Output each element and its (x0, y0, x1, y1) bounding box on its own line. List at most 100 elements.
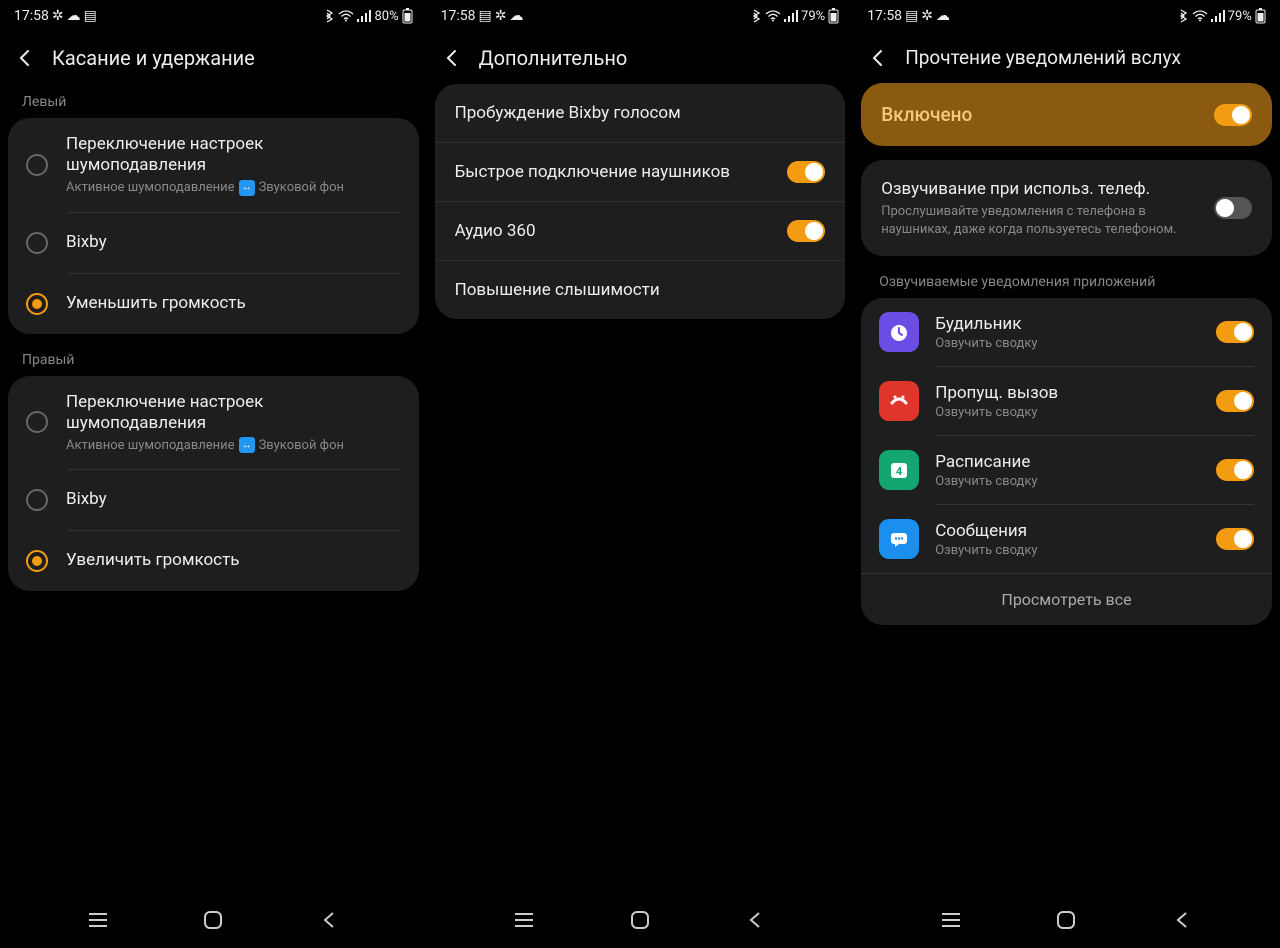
view-all-button[interactable]: Просмотреть все (861, 574, 1272, 625)
image-icon: ▤ (84, 8, 97, 24)
status-battery: 79% (801, 9, 825, 24)
row-bixby-wake[interactable]: Пробуждение Bixby голосом (435, 84, 846, 142)
header: Касание и удержание (0, 28, 427, 84)
row-speak-while-using[interactable]: Озвучивание при использ. телеф. Прослуши… (861, 160, 1272, 256)
screen-advanced: 17:58 ▤ ✲ ☁ 79% Дополнительно Пробуждени… (427, 0, 854, 948)
snowflake-icon: ✲ (921, 8, 933, 24)
page-title: Прочтение уведомлений вслух (905, 46, 1181, 69)
status-battery: 80% (374, 9, 398, 24)
header: Прочтение уведомлений вслух (853, 28, 1280, 83)
radio-group-left: Переключение настроек шумоподавления Акт… (8, 118, 419, 334)
snowflake-icon: ✲ (495, 8, 507, 24)
alarm-icon (879, 312, 919, 352)
status-bar: 17:58 ▤ ✲ ☁ 79% (853, 0, 1280, 28)
back-button[interactable] (14, 47, 36, 69)
radio-option-voldown-left[interactable]: Уменьшить громкость (8, 274, 419, 334)
radio-icon (26, 232, 48, 254)
wifi-icon (1192, 10, 1208, 22)
apps-list: Будильник Озвучить сводку Пропущ. вызов … (861, 298, 1272, 625)
nav-back[interactable] (315, 906, 343, 934)
nav-bar (853, 900, 1280, 948)
wifi-icon (765, 10, 781, 22)
section-right-label: Правый (8, 342, 419, 376)
toggle-audio-360[interactable] (787, 220, 825, 242)
missed-call-icon (879, 381, 919, 421)
radio-option-anc-left[interactable]: Переключение настроек шумоподавления Акт… (8, 118, 419, 212)
status-time: 17:58 (14, 8, 49, 24)
radio-icon (26, 154, 48, 176)
nav-recents[interactable] (84, 906, 112, 934)
app-row-messages[interactable]: Сообщения Озвучить сводку (861, 505, 1272, 573)
screen-read-notifications: 17:58 ▤ ✲ ☁ 79% Прочтение уведомлений вс… (853, 0, 1280, 948)
master-toggle[interactable] (1214, 104, 1252, 126)
radio-option-anc-right[interactable]: Переключение настроек шумоподавления Акт… (8, 376, 419, 470)
nav-home[interactable] (1052, 906, 1080, 934)
signal-icon (357, 10, 371, 22)
svg-text:4: 4 (896, 465, 903, 478)
image-icon: ▤ (478, 8, 491, 24)
signal-icon (1211, 10, 1225, 22)
row-hearing[interactable]: Повышение слышимости (435, 260, 846, 319)
image-icon: ▤ (905, 8, 918, 24)
bluetooth-icon (751, 9, 762, 23)
page-title: Дополнительно (479, 46, 628, 70)
radio-icon (26, 411, 48, 433)
status-time: 17:58 (867, 8, 902, 24)
cloud-icon: ☁ (509, 8, 523, 24)
speak-while-using-card: Озвучивание при использ. телеф. Прослуши… (861, 160, 1272, 256)
calendar-icon: 4 (879, 450, 919, 490)
radio-option-volup-right[interactable]: Увеличить громкость (8, 531, 419, 591)
app-row-missed-call[interactable]: Пропущ. вызов Озвучить сводку (861, 367, 1272, 435)
battery-icon (402, 8, 413, 24)
status-battery: 79% (1228, 9, 1252, 24)
battery-icon (1255, 8, 1266, 24)
swap-icon: ↔ (239, 180, 255, 196)
master-toggle-row[interactable]: Включено (861, 83, 1272, 146)
bluetooth-icon (1178, 9, 1189, 23)
nav-back[interactable] (1168, 906, 1196, 934)
apps-section-label: Озвучиваемые уведомления приложений (861, 264, 1272, 298)
battery-icon (828, 8, 839, 24)
radio-icon (26, 489, 48, 511)
nav-home[interactable] (199, 906, 227, 934)
status-bar: 17:58 ▤ ✲ ☁ 79% (427, 0, 854, 28)
toggle-app-missed-call[interactable] (1216, 390, 1254, 412)
section-left-label: Левый (8, 84, 419, 118)
cloud-icon: ☁ (67, 8, 81, 24)
app-row-alarm[interactable]: Будильник Озвучить сводку (861, 298, 1272, 366)
radio-icon (26, 550, 48, 572)
back-button[interactable] (867, 47, 889, 69)
wifi-icon (338, 10, 354, 22)
nav-bar (427, 900, 854, 948)
row-audio-360[interactable]: Аудио 360 (435, 201, 846, 260)
back-button[interactable] (441, 47, 463, 69)
toggle-speak-while-using[interactable] (1214, 197, 1252, 219)
status-time: 17:58 (441, 8, 476, 24)
nav-bar (0, 900, 427, 948)
advanced-list: Пробуждение Bixby голосом Быстрое подклю… (435, 84, 846, 319)
radio-option-bixby-right[interactable]: Bixby (8, 470, 419, 530)
cloud-icon: ☁ (936, 8, 950, 24)
toggle-app-alarm[interactable] (1216, 321, 1254, 343)
radio-icon (26, 293, 48, 315)
screen-touch-hold: 17:58 ✲ ☁ ▤ 80% Касание и удержание Левы… (0, 0, 427, 948)
radio-group-right: Переключение настроек шумоподавления Акт… (8, 376, 419, 592)
nav-recents[interactable] (510, 906, 538, 934)
radio-option-bixby-left[interactable]: Bixby (8, 213, 419, 273)
toggle-app-calendar[interactable] (1216, 459, 1254, 481)
bluetooth-icon (324, 9, 335, 23)
header: Дополнительно (427, 28, 854, 84)
snowflake-icon: ✲ (52, 8, 64, 24)
toggle-quick-connect[interactable] (787, 161, 825, 183)
app-row-calendar[interactable]: 4 Расписание Озвучить сводку (861, 436, 1272, 504)
nav-home[interactable] (626, 906, 654, 934)
messages-icon (879, 519, 919, 559)
page-title: Касание и удержание (52, 46, 255, 70)
nav-recents[interactable] (937, 906, 965, 934)
toggle-app-messages[interactable] (1216, 528, 1254, 550)
nav-back[interactable] (741, 906, 769, 934)
row-quick-connect[interactable]: Быстрое подключение наушников (435, 142, 846, 201)
swap-icon: ↔ (239, 437, 255, 453)
signal-icon (784, 10, 798, 22)
status-bar: 17:58 ✲ ☁ ▤ 80% (0, 0, 427, 28)
